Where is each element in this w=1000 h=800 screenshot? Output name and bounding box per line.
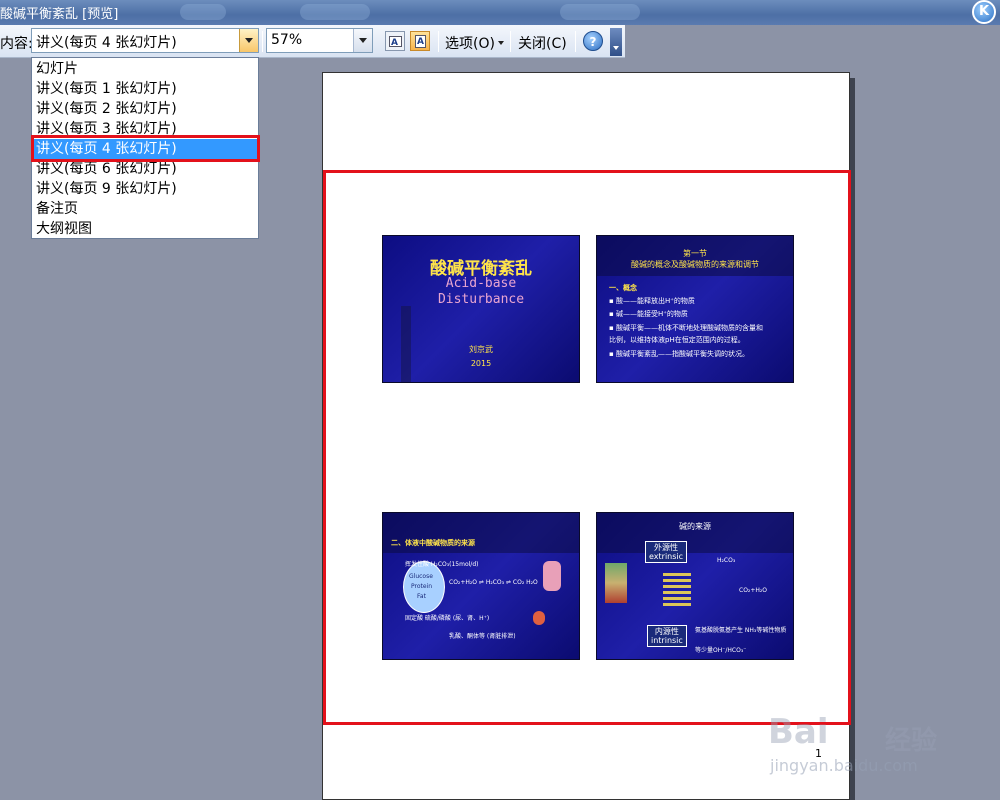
titlebar-decoration	[300, 4, 370, 20]
toolbar-separator	[262, 31, 263, 52]
content-dropdown-button[interactable]	[239, 29, 258, 52]
titlebar-decoration	[560, 4, 640, 20]
chevron-down-icon	[613, 46, 619, 50]
title-bar: 酸碱平衡紊乱 [预览] K	[0, 0, 1000, 25]
baidu-watermark-url: jingyan.baidu.com	[770, 756, 918, 775]
dropdown-option[interactable]: 讲义(每页 9 张幻灯片)	[33, 179, 257, 199]
content-combobox[interactable]: 讲义(每页 4 张幻灯片)	[31, 28, 259, 53]
baidu-watermark-text: 经验	[885, 726, 938, 756]
portrait-orientation-button[interactable]: A	[410, 31, 430, 51]
preview-highlight-box	[323, 170, 851, 725]
options-chevron-icon	[498, 41, 504, 45]
zoom-value: 57%	[271, 32, 303, 48]
dropdown-option[interactable]: 备注页	[33, 199, 257, 219]
landscape-orientation-icon: A	[389, 36, 402, 48]
help-icon[interactable]: ?	[583, 31, 603, 51]
options-button[interactable]: 选项(O)	[445, 33, 495, 53]
toolbar-separator	[510, 31, 511, 52]
dropdown-option[interactable]: 幻灯片	[33, 59, 257, 79]
dropdown-option[interactable]: 讲义(每页 1 张幻灯片)	[33, 79, 257, 99]
content-combobox-value: 讲义(每页 4 张幻灯片)	[36, 35, 177, 51]
landscape-orientation-button[interactable]: A	[385, 31, 405, 51]
zoom-dropdown-button[interactable]	[353, 29, 372, 52]
selection-highlight-box	[31, 135, 260, 162]
dropdown-option[interactable]: 讲义(每页 6 张幻灯片)	[33, 159, 257, 179]
chevron-down-icon	[359, 38, 367, 43]
titlebar-help-icon[interactable]: K	[972, 0, 996, 24]
titlebar-decoration	[180, 4, 226, 20]
window-title: 酸碱平衡紊乱 [预览]	[0, 7, 119, 22]
toolbar-separator	[438, 31, 439, 52]
toolbar-overflow-button[interactable]	[610, 28, 622, 56]
zoom-combobox[interactable]: 57%	[266, 28, 373, 53]
toolbar-separator	[575, 31, 576, 52]
content-label: 内容:	[0, 36, 33, 52]
portrait-orientation-icon: A	[415, 35, 426, 48]
dropdown-option[interactable]: 讲义(每页 2 张幻灯片)	[33, 99, 257, 119]
close-preview-button[interactable]: 关闭(C)	[518, 33, 567, 53]
preview-toolbar: 内容: 讲义(每页 4 张幻灯片) 57% A A 选项(O) 关闭(C)	[0, 25, 625, 58]
chevron-down-icon	[245, 38, 253, 43]
dropdown-option[interactable]: 大纲视图	[33, 219, 257, 239]
baidu-watermark-logo: Bai	[768, 712, 829, 752]
